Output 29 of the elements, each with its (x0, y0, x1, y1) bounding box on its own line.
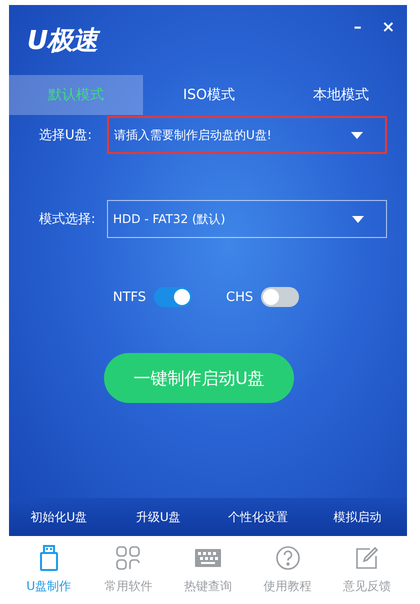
nav-item[interactable]: U盘制作 (9, 536, 89, 604)
usb-drive-icon (38, 545, 59, 571)
caret-icon (352, 216, 364, 222)
switch-label: NTFS (112, 290, 146, 304)
dropdown-field[interactable]: HDD - FAT32 (默认) (107, 200, 387, 238)
field-label: 选择U盘: (39, 127, 93, 144)
nav-item[interactable]: 热键查询 (168, 536, 248, 604)
keyboard-icon (194, 549, 221, 567)
dropdown-field[interactable]: 请插入需要制作启动盘的U盘! (107, 116, 387, 154)
edit-icon (355, 546, 380, 570)
mode-tab[interactable]: ISO模式 (143, 75, 275, 115)
tool-link[interactable]: 初始化U盘 (9, 508, 108, 526)
nav-item[interactable]: 常用软件 (88, 536, 168, 604)
minimize-button[interactable]: – (354, 17, 362, 36)
tool-link[interactable]: 升级U盘 (108, 508, 208, 526)
grid-icon (116, 546, 140, 570)
toggle-switch[interactable] (261, 287, 300, 307)
switch-label: CHS (226, 290, 254, 304)
field-label: 模式选择: (39, 211, 96, 228)
caret-icon (351, 132, 363, 138)
tool-link[interactable]: 模拟启动 (308, 508, 407, 526)
nav-item[interactable]: 使用教程 (248, 536, 328, 604)
toggle-switch[interactable] (154, 287, 192, 307)
app-logo: U极速 (27, 23, 98, 58)
close-button[interactable]: × (382, 17, 395, 36)
mode-tab[interactable]: 本地模式 (275, 75, 407, 115)
tool-link[interactable]: 个性化设置 (208, 508, 308, 526)
nav-item[interactable]: 意见反馈 (327, 536, 407, 604)
help-icon (276, 546, 300, 570)
